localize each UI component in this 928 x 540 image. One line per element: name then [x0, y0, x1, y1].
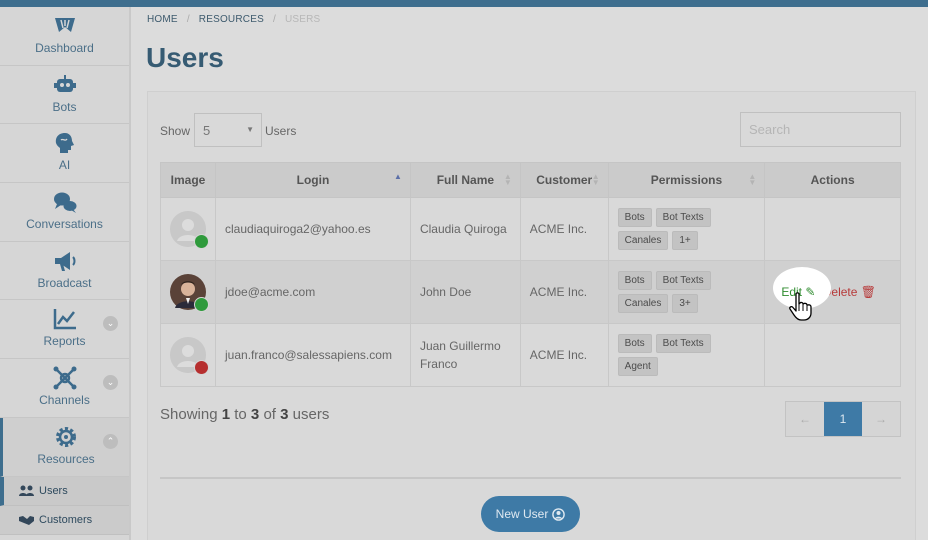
sidebar-subitem-label: Users	[39, 484, 68, 497]
chevron-up-icon[interactable]: ⌃	[103, 433, 118, 449]
sort-icon: ▲ ▼	[503, 172, 512, 187]
page-size-value: 5	[203, 123, 211, 138]
hand-cursor-icon	[789, 292, 812, 321]
avatar	[170, 337, 209, 375]
pagination-summary: Showing 1 to 3 of 3 users	[160, 406, 330, 423]
handshake-icon	[19, 516, 34, 525]
permission-tag: Bot Texts	[655, 208, 711, 227]
robot-icon	[0, 66, 129, 100]
customer-cell: ACME Inc.	[519, 260, 609, 324]
customer-cell: ACME Inc.	[519, 323, 609, 387]
table-header-row: Image Login ▲ Full Name ▲ ▼ Customer ▲ ▼ Perm…	[160, 162, 901, 198]
full-name-cell: Juan Guillermo Franco	[409, 323, 521, 387]
column-header-image: Image	[160, 162, 216, 198]
permissions-cell: Bots Bot Texts Canales 1+	[607, 197, 766, 261]
avatar	[170, 274, 209, 312]
page-button[interactable]: 1	[824, 402, 862, 436]
login-cell: claudiaquiroga2@yahoo.es	[215, 197, 411, 261]
permission-tag[interactable]: 3+	[672, 294, 698, 313]
sidebar-item-reports[interactable]: Reports ⌄	[0, 300, 129, 360]
next-page-button[interactable]: →	[862, 402, 900, 436]
breadcrumb-resources[interactable]: RESOURCES	[199, 14, 264, 25]
sort-icon: ▲ ▼	[591, 172, 600, 187]
avatar	[170, 211, 209, 249]
actions-cell	[764, 323, 901, 387]
column-header-actions: Actions	[764, 162, 901, 198]
sidebar-item-conversations[interactable]: Conversations	[0, 183, 129, 242]
sidebar-item-label: Channels	[39, 393, 90, 408]
sidebar-item-dashboard[interactable]: Dashboard	[0, 7, 129, 66]
breadcrumb: HOME / RESOURCES / USERS	[147, 14, 321, 25]
chat-bubbles-icon	[0, 183, 129, 217]
sidebar-item-resources[interactable]: Resources ⌃	[0, 417, 129, 477]
new-user-button[interactable]: New User	[481, 496, 580, 532]
permission-tag: Canales	[617, 231, 669, 250]
permission-tag: Bot Texts	[655, 334, 711, 353]
sidebar-item-label: AI	[58, 158, 71, 173]
permission-tag: Bot Texts	[655, 271, 711, 290]
sidebar: Dashboard Bots AI Conversations Broadcas…	[0, 7, 131, 540]
arrow-right-icon: →	[875, 412, 887, 426]
permission-tag: Bots	[617, 334, 652, 353]
show-label: Show	[160, 124, 191, 138]
sidebar-item-label: Broadcast	[37, 275, 92, 290]
sidebar-item-label: Dashboard	[35, 41, 94, 55]
sidebar-item-bots[interactable]: Bots	[0, 66, 129, 125]
full-name-cell: Claudia Quiroga	[409, 197, 521, 261]
status-dot-online	[194, 297, 209, 312]
user-circle-icon	[552, 507, 566, 521]
status-dot-online	[194, 234, 209, 249]
dashboard-icon	[0, 7, 129, 41]
breadcrumb-home[interactable]: HOME	[147, 14, 178, 25]
column-header-customer[interactable]: Customer ▲ ▼	[519, 162, 609, 198]
sidebar-item-label: Conversations	[26, 217, 103, 232]
full-name-cell: John Doe	[409, 260, 521, 324]
sort-icon: ▲ ▼	[748, 172, 757, 187]
permission-tag: Agent	[617, 357, 658, 376]
page-title: Users	[146, 42, 224, 73]
pagination: ← 1 →	[785, 401, 901, 437]
permissions-cell: Bots Bot Texts Agent	[607, 323, 766, 387]
caret-down-icon: ▼	[246, 125, 254, 134]
sidebar-item-label: Resources	[37, 451, 95, 466]
login-cell: jdoe@acme.com	[215, 260, 411, 324]
status-dot-offline	[194, 360, 209, 375]
column-header-permissions[interactable]: Permissions ▲ ▼	[607, 162, 766, 198]
table-row: juan.franco@salessapiens.com Juan Guille…	[160, 323, 901, 387]
permission-tag[interactable]: 1+	[672, 231, 698, 250]
users-icon	[19, 485, 34, 496]
column-header-login[interactable]: Login ▲	[215, 162, 411, 198]
sidebar-item-label: Reports	[43, 334, 86, 349]
brain-icon	[0, 124, 129, 158]
actions-cell	[764, 197, 901, 261]
table-row: claudiaquiroga2@yahoo.es Claudia Quiroga…	[160, 197, 901, 261]
permissions-cell: Bots Bot Texts Canales 3+	[607, 260, 766, 324]
sidebar-item-channels[interactable]: Channels ⌄	[0, 359, 129, 418]
page-size-select[interactable]: 5 ▼	[194, 113, 262, 147]
permission-tag: Bots	[617, 208, 652, 227]
users-label: Users	[265, 124, 297, 138]
sidebar-item-label: Bots	[52, 99, 77, 114]
top-bar	[0, 0, 928, 7]
permission-tag: Bots	[617, 271, 652, 290]
breadcrumb-current: USERS	[284, 14, 321, 25]
login-cell: juan.franco@salessapiens.com	[215, 323, 411, 387]
sidebar-subitem-customers[interactable]: Customers	[0, 505, 129, 535]
search-input[interactable]	[740, 112, 901, 147]
permission-tag: Canales	[617, 294, 669, 313]
sidebar-item-broadcast[interactable]: Broadcast	[0, 242, 129, 301]
megaphone-icon	[0, 242, 129, 276]
sort-asc-icon: ▲	[394, 172, 402, 181]
sidebar-subitem-label: Customers	[39, 513, 93, 526]
trash-icon: 🗑	[860, 285, 877, 299]
sidebar-subitem-users[interactable]: Users	[0, 476, 129, 506]
customer-cell: ACME Inc.	[519, 197, 609, 261]
sidebar-item-ai[interactable]: AI	[0, 124, 129, 184]
arrow-left-icon: ←	[799, 412, 811, 426]
column-header-full-name[interactable]: Full Name ▲ ▼	[409, 162, 521, 198]
previous-page-button[interactable]: ←	[786, 402, 824, 436]
divider	[160, 477, 901, 479]
